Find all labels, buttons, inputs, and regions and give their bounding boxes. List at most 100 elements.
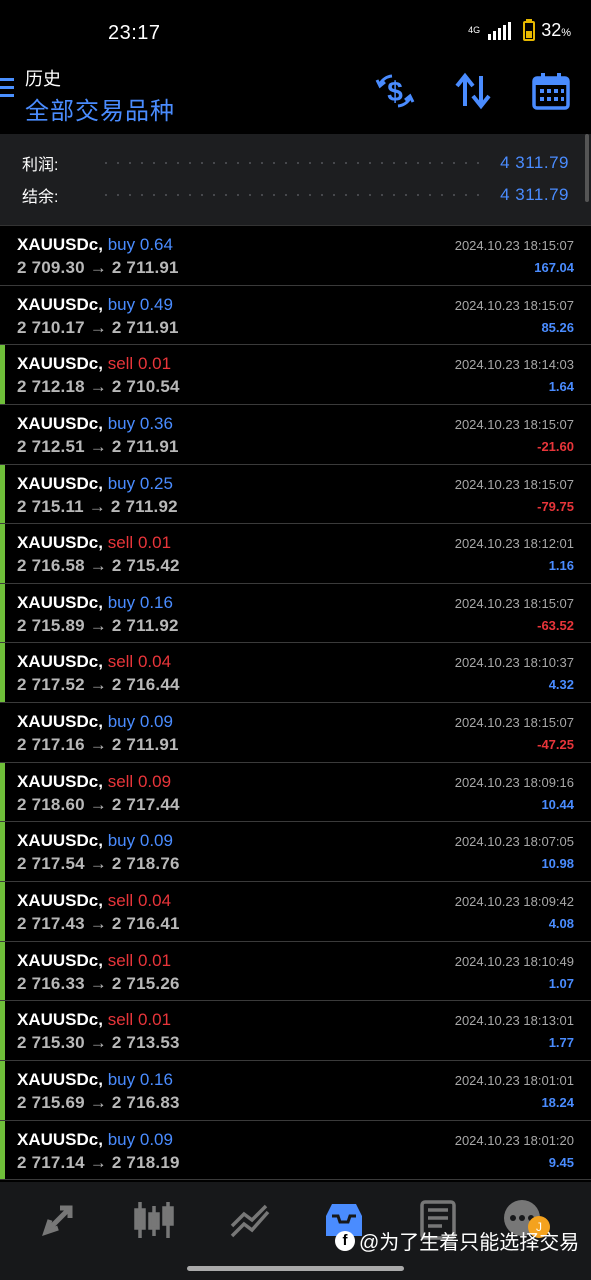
trade-row[interactable]: XAUUSDc, buy 0.09 2 717.14 → 2 718.19 2024… [0, 1120, 591, 1181]
sort-arrows-icon[interactable] [452, 70, 494, 112]
trade-row[interactable]: XAUUSDc, sell 0.04 2 717.43 → 2 716.41 202… [0, 882, 591, 942]
trade-symbol: XAUUSDc, sell 0.01 [17, 1010, 172, 1030]
trade-time: 2024.10.23 18:15:07 [454, 297, 574, 313]
trade-profit: 10.44 [541, 796, 574, 812]
trade-time: 2024.10.23 18:15:07 [454, 715, 574, 731]
trade-symbol: XAUUSDc, buy 0.16 [17, 592, 173, 612]
watermark: f @为了生着只能选择交易 [335, 1226, 579, 1255]
dotted-leader [100, 162, 489, 164]
trade-time: 2024.10.23 18:10:37 [454, 655, 574, 671]
trade-prices: 2 715.30 → 2 713.53 [17, 1033, 180, 1053]
status-time: 23:17 [108, 22, 161, 44]
currency-exchange-icon[interactable]: $ [374, 70, 416, 112]
trade-profit: 4.08 [548, 916, 574, 932]
trade-side: buy 0.16 [107, 592, 173, 612]
trade-row[interactable]: XAUUSDc, buy 0.64 2 709.30 → 2 711.91 2024… [0, 226, 591, 286]
home-indicator[interactable] [187, 1266, 404, 1271]
signal-icon [488, 21, 512, 40]
calendar-icon[interactable] [530, 70, 572, 112]
trade-icon[interactable] [226, 1196, 274, 1244]
balance-value: 4 311.79 [500, 185, 569, 204]
trade-time: 2024.10.23 18:14:03 [454, 357, 574, 373]
trade-symbol: XAUUSDc, buy 0.64 [17, 235, 173, 254]
trade-row[interactable]: XAUUSDc, sell 0.01 2 712.18 → 2 710.54 202… [0, 345, 591, 405]
trade-row[interactable]: XAUUSDc, buy 0.09 2 717.16 → 2 711.91 2024… [0, 703, 591, 763]
trade-prices: 2 715.11 → 2 711.92 [17, 496, 178, 516]
trade-prices: 2 709.30 → 2 711.91 [17, 258, 179, 277]
trade-profit: 18.24 [541, 1094, 574, 1110]
trade-row[interactable]: XAUUSDc, buy 0.36 2 712.51 → 2 711.91 2024… [0, 405, 591, 465]
network-type: 4G [468, 25, 481, 35]
profit-row: 利润: 4 311.79 [22, 151, 569, 175]
profit-value: 4 311.79 [500, 153, 569, 172]
trade-row[interactable]: XAUUSDc, buy 0.16 2 715.89 → 2 711.92 2024… [0, 583, 591, 644]
trade-prices: 2 717.43 → 2 716.41 [17, 914, 180, 934]
trade-side: sell 0.01 [107, 354, 172, 374]
trade-time: 2024.10.23 18:09:42 [454, 894, 574, 910]
trade-side: buy 0.36 [107, 413, 173, 433]
trade-row[interactable]: XAUUSDc, sell 0.04 2 717.52 → 2 716.44 202… [0, 643, 591, 704]
trade-prices: 2 715.89 → 2 711.92 [17, 615, 179, 635]
header-subtitle: 历史 [25, 69, 61, 89]
page-title[interactable]: 全部交易品种 [25, 91, 175, 126]
trade-row[interactable]: XAUUSDc, sell 0.01 2 715.30 → 2 713.53 202… [0, 1001, 591, 1061]
trade-row[interactable]: XAUUSDc, buy 0.16 2 715.69 → 2 716.83 2024… [0, 1060, 591, 1121]
trade-profit: 4.32 [548, 677, 574, 693]
trade-symbol: XAUUSDc, buy 0.49 [17, 294, 173, 314]
chart-candles-icon[interactable] [130, 1196, 178, 1244]
trade-symbol: XAUUSDc, sell 0.04 [17, 652, 172, 672]
battery-icon [523, 18, 536, 41]
trade-side: sell 0.01 [107, 1010, 172, 1030]
dotted-leader [100, 194, 489, 196]
trade-symbol: XAUUSDc, buy 0.09 [17, 831, 173, 851]
menu-icon[interactable] [0, 78, 16, 102]
trade-row[interactable]: XAUUSDc, buy 0.25 2 715.11 → 2 711.92 2024… [0, 464, 591, 525]
trade-time: 2024.10.23 18:15:07 [454, 476, 574, 492]
trade-side: sell 0.01 [107, 950, 172, 970]
trade-prices: 2 717.54 → 2 718.76 [17, 854, 180, 874]
trade-row[interactable]: XAUUSDc, buy 0.09 2 717.54 → 2 718.76 2024… [0, 822, 591, 883]
trade-symbol: XAUUSDc, sell 0.01 [17, 533, 172, 553]
app-header: 历史 全部交易品种 $ [0, 60, 591, 132]
trade-profit: 1.07 [548, 975, 574, 991]
trade-profit: 1.64 [548, 379, 574, 395]
status-icons: 4G 32% [468, 18, 571, 41]
trade-side: sell 0.04 [107, 652, 172, 672]
trade-profit: 10.98 [541, 856, 574, 872]
trade-prices: 2 717.16 → 2 711.91 [17, 735, 179, 755]
trade-time: 2024.10.23 18:07:05 [454, 834, 574, 850]
trade-row[interactable]: XAUUSDc, buy 0.49 2 710.17 → 2 711.91 2024… [0, 286, 591, 346]
trade-history-list: XAUUSDc, buy 0.64 2 709.30 → 2 711.91 2024… [0, 226, 591, 1181]
profit-label: 利润: [22, 157, 59, 174]
trade-profit: -21.60 [537, 438, 574, 454]
trade-prices: 2 717.14 → 2 718.19 [17, 1152, 180, 1172]
trade-row[interactable]: XAUUSDc, sell 0.09 2 718.60 → 2 717.44 202… [0, 762, 591, 823]
trade-symbol: XAUUSDc, buy 0.16 [17, 1069, 173, 1089]
trade-profit: 9.45 [548, 1154, 574, 1170]
quotes-icon[interactable] [36, 1196, 84, 1244]
svg-text:$: $ [387, 76, 403, 107]
trade-prices: 2 710.17 → 2 711.91 [17, 317, 179, 337]
trade-symbol: XAUUSDc, sell 0.01 [17, 950, 172, 970]
watermark-text: @为了生着只能选择交易 [359, 1232, 580, 1254]
balance-label: 结余: [22, 189, 59, 206]
trade-side: buy 0.64 [107, 235, 173, 254]
facebook-icon: f [335, 1230, 355, 1251]
trade-symbol: XAUUSDc, buy 0.09 [17, 712, 173, 732]
trade-profit: 85.26 [541, 319, 574, 335]
trade-symbol: XAUUSDc, sell 0.01 [17, 354, 172, 374]
trade-prices: 2 718.60 → 2 717.44 [17, 794, 180, 814]
balance-row: 结余: 4 311.79 [22, 183, 569, 207]
trade-time: 2024.10.23 18:01:01 [454, 1072, 574, 1088]
trade-profit: 1.16 [548, 558, 574, 574]
trade-row[interactable]: XAUUSDc, sell 0.01 2 716.58 → 2 715.42 202… [0, 524, 591, 584]
status-bar: 23:17 4G 32% [0, 0, 591, 60]
trade-side: buy 0.09 [107, 1129, 173, 1149]
trade-prices: 2 715.69 → 2 716.83 [17, 1092, 180, 1112]
trade-row[interactable]: XAUUSDc, sell 0.01 2 716.33 → 2 715.26 202… [0, 941, 591, 1002]
summary-panel: 利润: 4 311.79 结余: 4 311.79 [0, 134, 591, 226]
battery-percent: 32% [541, 20, 571, 40]
trade-symbol: XAUUSDc, sell 0.09 [17, 771, 172, 791]
trade-prices: 2 712.18 → 2 710.54 [17, 377, 180, 397]
scrollbar[interactable] [585, 134, 589, 202]
